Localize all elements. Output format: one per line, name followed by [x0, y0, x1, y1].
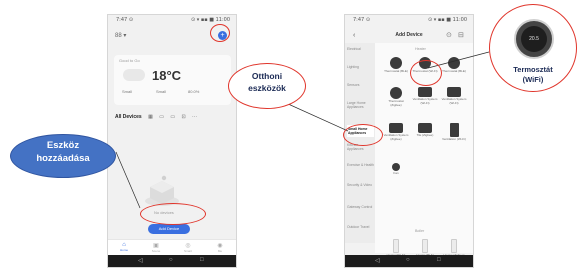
recents-icon[interactable]: □ — [437, 257, 441, 263]
thermostat-callout: 20.5 Termosztát (WiFi) — [489, 4, 577, 92]
scan-icon[interactable]: ⊙ — [446, 31, 452, 39]
sidebar-item[interactable]: Outdoor Travel — [347, 225, 374, 229]
weather-stat: 80.0% — [188, 89, 200, 94]
category-highlight-circle — [343, 124, 383, 146]
tab-home[interactable]: ⌂ Home — [114, 242, 134, 252]
device-tile[interactable]: Thermostat (BLE) — [383, 57, 409, 74]
heater-icon — [393, 239, 399, 253]
fan-icon — [392, 163, 400, 171]
android-nav-bar: ◁ ○ □ — [108, 255, 236, 267]
phone-home-screen: 7:47 ⊙ ⊙ ▾ ▪▪ ■ 11:00 88 ▾ + Good to Go … — [107, 14, 237, 268]
heater-icon — [422, 239, 428, 253]
tab-room[interactable]: ▦ — [148, 114, 153, 120]
ventilation-icon — [447, 87, 461, 97]
section-title: Heater — [415, 47, 426, 51]
device-tile[interactable]: Fan — [383, 163, 409, 176]
device-tile[interactable]: Thermostat (Zigbee) — [383, 87, 409, 107]
add-button-highlight-circle — [140, 203, 206, 225]
thermostat-icon — [390, 57, 402, 69]
home-devices-callout-text: Otthoni eszközök — [248, 71, 286, 93]
thermostat-highlight-circle — [410, 60, 442, 86]
page-title: Add Device — [395, 32, 423, 38]
status-icons: ⊙ ▾ ▪▪ ■ 11:00 — [428, 17, 467, 23]
sidebar-item[interactable]: Exercise & Health — [347, 163, 374, 167]
more-icon[interactable]: ··· — [192, 114, 197, 120]
status-icons: ⊙ ▾ ▪▪ ■ 11:00 — [191, 17, 230, 23]
device-tile[interactable]: Ventilation System (Wi-Fi) — [441, 87, 467, 105]
tab-room[interactable]: ▭ — [170, 114, 175, 120]
status-bar: 7:47 ⊙ ⊙ ▾ ▪▪ ■ 11:00 — [345, 15, 473, 25]
plus-highlight-circle — [210, 24, 230, 42]
thermostat-icon — [448, 57, 460, 69]
tab-room[interactable]: ▭ — [159, 114, 164, 120]
thermostat-icon — [390, 87, 402, 99]
thermostat-display: 20.5 — [521, 26, 547, 52]
back-icon[interactable]: ◁ — [375, 257, 380, 264]
home-circle-icon[interactable]: ○ — [169, 257, 173, 263]
sidebar-item[interactable]: Large Home Appliances — [347, 101, 374, 109]
recents-icon[interactable]: □ — [200, 257, 204, 263]
home-circle-icon[interactable]: ○ — [406, 257, 410, 263]
device-tile[interactable]: Ventilation (Wi-Fi) — [441, 123, 467, 142]
tab-smart[interactable]: ◎ Smart — [178, 242, 198, 253]
back-icon[interactable]: ◁ — [138, 257, 143, 264]
home-selector[interactable]: 88 ▾ — [115, 32, 126, 39]
sidebar-item[interactable]: Lighting — [347, 65, 374, 69]
device-tile[interactable]: Ventilation System (Wi-Fi) — [412, 87, 438, 105]
heater-icon — [451, 239, 457, 253]
add-device-callout-text: Eszköz hozzáadása — [36, 140, 90, 164]
section-title: Boiler — [415, 229, 425, 233]
qr-icon[interactable]: ⊟ — [458, 31, 464, 39]
sidebar-item[interactable]: Security & Video — [347, 183, 374, 187]
weather-label: Good to Go — [119, 58, 140, 63]
ventilation-icon — [389, 123, 403, 133]
device-tabs: All Devices ▦ ▭ ▭ ⊡ ··· — [115, 114, 202, 120]
weather-stat: Small — [156, 89, 167, 94]
bottom-tab-bar: ⌂ Home ▣ Scene ◎ Smart ◉ Me — [108, 239, 236, 255]
device-tile[interactable]: Thermostat (BLE) — [441, 57, 467, 74]
status-time: 7:47 ⊙ — [353, 17, 371, 23]
status-time: 7:47 ⊙ — [116, 17, 134, 23]
ventilation-icon — [418, 87, 432, 97]
tab-scene[interactable]: ▣ Scene — [146, 242, 166, 253]
device-tile[interactable]: Ventilation System (Zigbee) — [383, 123, 409, 141]
sidebar-item[interactable]: Sensors — [347, 83, 374, 87]
android-nav-bar: ◁ ○ □ — [345, 255, 473, 267]
panel-icon — [449, 123, 459, 137]
device-tile[interactable]: Tile (Zigbee) — [412, 123, 438, 138]
tile-icon — [418, 123, 432, 133]
sidebar-item[interactable]: Gateway Control — [347, 205, 374, 209]
cloud-icon — [123, 69, 145, 81]
add-device-button[interactable]: Add Device — [148, 224, 190, 234]
sidebar-item[interactable]: Electrical — [347, 47, 374, 51]
tab-me[interactable]: ◉ Me — [210, 242, 230, 253]
temperature: 18°C — [152, 68, 182, 83]
tab-all-devices[interactable]: All Devices — [115, 114, 142, 120]
weather-card: Good to Go 18°C Small Small 80.0% — [114, 55, 231, 105]
weather-stat: Small — [122, 89, 133, 94]
thermostat-callout-text: Termosztát (WiFi) — [513, 65, 553, 84]
tab-room[interactable]: ⊡ — [181, 114, 185, 120]
